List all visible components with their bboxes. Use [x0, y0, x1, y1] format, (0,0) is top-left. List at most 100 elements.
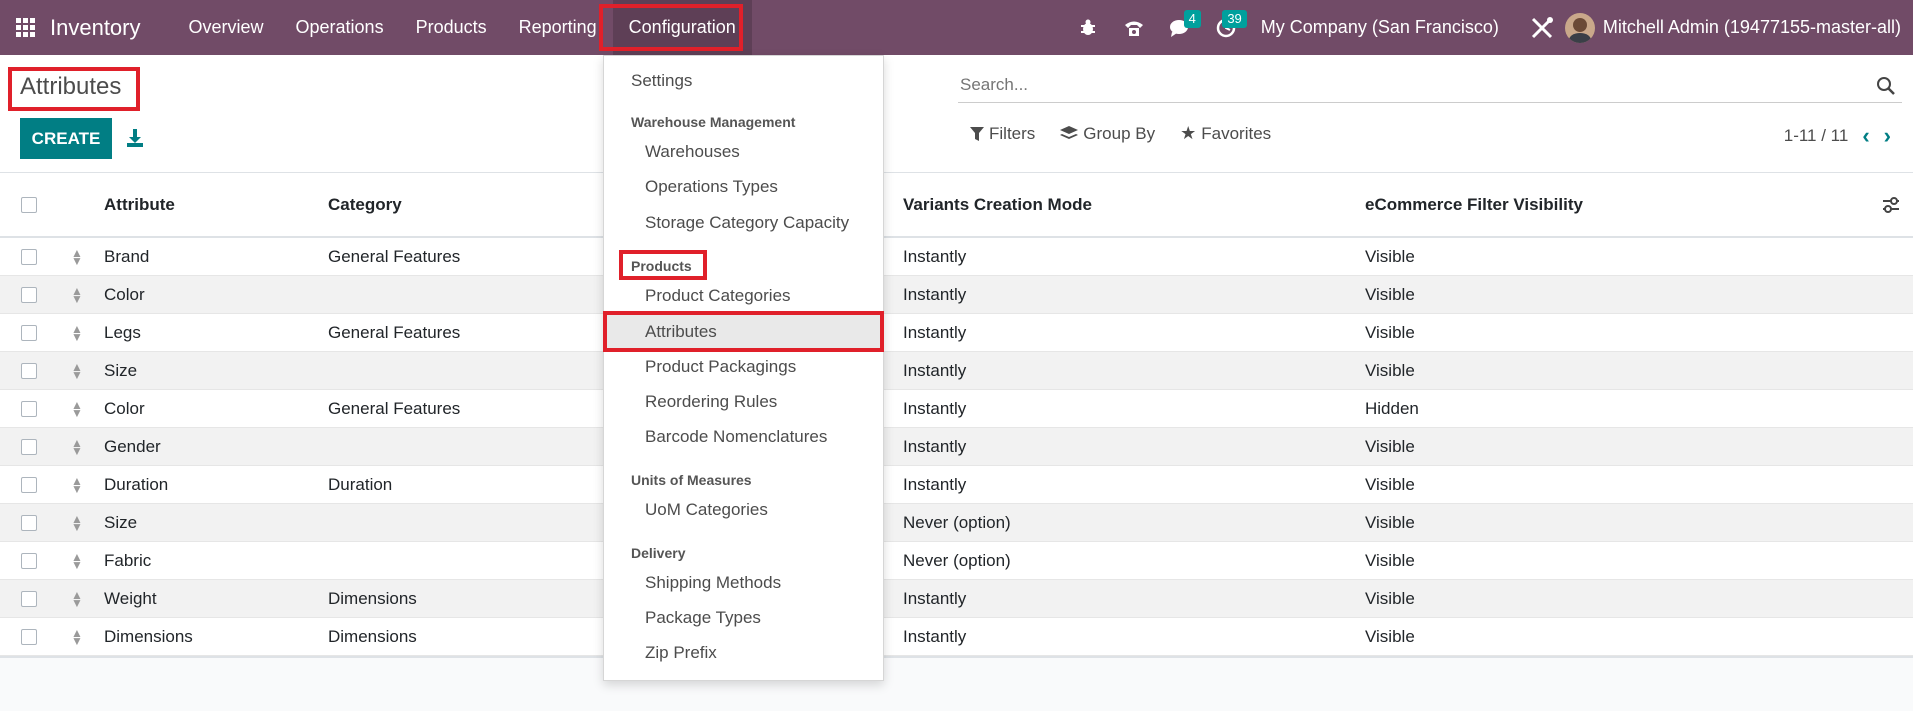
menu-reporting[interactable]: Reporting: [503, 0, 613, 55]
activities-icon[interactable]: 39: [1203, 0, 1249, 55]
dd-header-delivery: Delivery: [631, 545, 686, 561]
row-checkbox[interactable]: [21, 476, 37, 493]
header-category[interactable]: Category: [328, 195, 402, 215]
pager: 1-11 / 11 ‹ ›: [1784, 123, 1891, 149]
messages-count-badge: 4: [1183, 10, 1201, 28]
dd-product-categories[interactable]: Product Categories: [604, 279, 883, 313]
attributes-table: Attribute Category Variants Creation Mod…: [0, 173, 1913, 658]
table-row[interactable]: ▲ ▼ Fabric Never (option) Visible: [0, 542, 1913, 580]
table-row[interactable]: ▲ ▼ Color General Features Instantly Hidd…: [0, 390, 1913, 428]
cell-visibility: Visible: [1365, 436, 1415, 456]
cell-variants-mode: Instantly: [903, 436, 967, 456]
menu-operations[interactable]: Operations: [280, 0, 400, 55]
messages-icon[interactable]: 4: [1157, 0, 1203, 55]
optional-columns-icon[interactable]: [1881, 195, 1901, 215]
table-row[interactable]: ▲ ▼ Color Instantly Visible: [0, 276, 1913, 314]
create-button[interactable]: CREATE: [20, 118, 112, 159]
cell-attribute: Legs: [104, 322, 141, 342]
download-icon[interactable]: [124, 127, 146, 149]
drag-handle-icon[interactable]: ▲ ▼: [71, 437, 83, 457]
drag-handle-icon[interactable]: ▲ ▼: [71, 247, 83, 267]
table-row[interactable]: ▲ ▼ Gender Instantly Visible: [0, 428, 1913, 466]
row-checkbox[interactable]: [21, 628, 37, 645]
dd-product-packagings[interactable]: Product Packagings: [604, 350, 883, 384]
dd-shipping-methods[interactable]: Shipping Methods: [604, 566, 883, 600]
cell-attribute: Gender: [104, 436, 161, 456]
apps-menu-icon[interactable]: [0, 0, 50, 55]
groupby-label: Group By: [1083, 123, 1156, 143]
cell-visibility: Visible: [1365, 284, 1415, 304]
drag-handle-icon[interactable]: ▲ ▼: [71, 513, 83, 533]
cell-variants-mode: Never (option): [903, 512, 1011, 532]
row-checkbox[interactable]: [21, 286, 37, 303]
favorites-button[interactable]: ★ Favorites: [1180, 123, 1271, 144]
row-checkbox[interactable]: [21, 552, 37, 569]
row-checkbox[interactable]: [21, 514, 37, 531]
pager-previous-icon[interactable]: ‹: [1862, 123, 1869, 149]
menu-overview[interactable]: Overview: [173, 0, 280, 55]
drag-handle-icon[interactable]: ▲ ▼: [71, 551, 83, 571]
search-input[interactable]: [958, 74, 1848, 95]
row-checkbox[interactable]: [21, 248, 37, 265]
header-attribute[interactable]: Attribute: [104, 195, 175, 215]
table-row[interactable]: ▲ ▼ Size Never (option) Visible: [0, 504, 1913, 542]
search-icon[interactable]: [1876, 76, 1896, 96]
row-checkbox[interactable]: [21, 438, 37, 455]
groupby-button[interactable]: Group By: [1060, 123, 1155, 144]
menu-configuration[interactable]: Configuration: [612, 0, 752, 55]
dd-attributes[interactable]: Attributes: [604, 315, 883, 349]
dd-header-products: Products: [631, 258, 692, 274]
row-checkbox[interactable]: [21, 590, 37, 607]
dd-header-warehouse: Warehouse Management: [631, 114, 796, 130]
dd-barcode-nomenclatures[interactable]: Barcode Nomenclatures: [604, 420, 883, 454]
dd-storage-category-capacity[interactable]: Storage Category Capacity: [604, 206, 883, 240]
dd-package-types[interactable]: Package Types: [604, 601, 883, 635]
dd-header-uom: Units of Measures: [631, 472, 752, 488]
select-all-checkbox[interactable]: [21, 196, 37, 213]
cell-variants-mode: Instantly: [903, 322, 967, 342]
row-checkbox[interactable]: [21, 324, 37, 341]
drag-handle-icon[interactable]: ▲ ▼: [71, 323, 83, 343]
drag-handle-icon[interactable]: ▲ ▼: [71, 475, 83, 495]
cell-visibility: Visible: [1365, 550, 1415, 570]
row-checkbox[interactable]: [21, 362, 37, 379]
cell-attribute: Color: [104, 398, 145, 418]
header-ecommerce-visibility[interactable]: eCommerce Filter Visibility: [1365, 195, 1583, 215]
company-switcher[interactable]: My Company (San Francisco): [1249, 17, 1519, 38]
table-row[interactable]: ▲ ▼ Dimensions Dimensions Instantly Visib…: [0, 618, 1913, 656]
table-row[interactable]: ▲ ▼ Legs General Features Instantly Visib…: [0, 314, 1913, 352]
filters-button[interactable]: Filters: [970, 123, 1035, 144]
bug-icon[interactable]: [1065, 0, 1111, 55]
tools-icon[interactable]: [1519, 0, 1565, 55]
table-row[interactable]: ▲ ▼ Duration Duration Instantly Visible: [0, 466, 1913, 504]
dd-warehouses[interactable]: Warehouses: [604, 135, 883, 169]
table-row[interactable]: ▲ ▼ Size Instantly Visible: [0, 352, 1913, 390]
dd-reordering-rules[interactable]: Reordering Rules: [604, 385, 883, 419]
app-name[interactable]: Inventory: [50, 15, 141, 41]
header-variants-mode[interactable]: Variants Creation Mode: [903, 195, 1092, 215]
phone-icon[interactable]: [1111, 0, 1157, 55]
cell-category: Dimensions: [328, 626, 417, 646]
cell-visibility: Visible: [1365, 474, 1415, 494]
dd-settings[interactable]: Settings: [604, 64, 883, 98]
table-row[interactable]: ▲ ▼ Weight Dimensions Instantly Visible: [0, 580, 1913, 618]
dd-operations-types[interactable]: Operations Types: [604, 170, 883, 204]
user-name: Mitchell Admin (19477155-master-all): [1602, 17, 1901, 37]
row-checkbox[interactable]: [21, 400, 37, 417]
dd-zip-prefix[interactable]: Zip Prefix: [604, 636, 883, 670]
table-row[interactable]: ▲ ▼ Brand General Features Instantly Visi…: [0, 238, 1913, 276]
drag-handle-icon[interactable]: ▲ ▼: [71, 361, 83, 381]
drag-handle-icon[interactable]: ▲ ▼: [71, 627, 83, 647]
dd-uom-categories[interactable]: UoM Categories: [604, 493, 883, 527]
layers-icon: [1060, 125, 1079, 139]
pager-next-icon[interactable]: ›: [1884, 123, 1891, 149]
pager-value[interactable]: 1-11 / 11: [1784, 126, 1849, 146]
drag-handle-icon[interactable]: ▲ ▼: [71, 399, 83, 419]
menu-products[interactable]: Products: [400, 0, 503, 55]
cell-variants-mode: Instantly: [903, 398, 967, 418]
drag-handle-icon[interactable]: ▲ ▼: [71, 589, 83, 609]
drag-handle-icon[interactable]: ▲ ▼: [71, 285, 83, 305]
main-menu: Overview Operations Products Reporting C…: [173, 0, 752, 55]
configuration-dropdown: Settings Warehouse Management Warehouses…: [603, 55, 884, 681]
user-menu[interactable]: Mitchell Admin (19477155-master-all): [1564, 12, 1913, 43]
